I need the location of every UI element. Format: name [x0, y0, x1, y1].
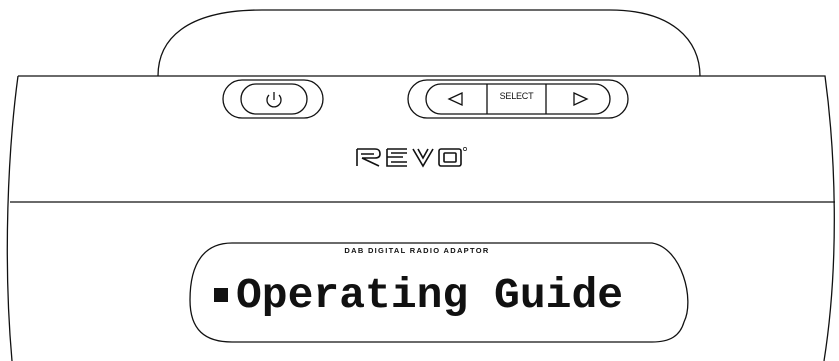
square-bullet-icon — [214, 288, 228, 302]
display-subtitle: DAB DIGITAL RADIO ADAPTOR — [344, 246, 490, 255]
right-button[interactable] — [547, 84, 609, 114]
display-title: Operating Guide — [236, 270, 624, 320]
power-button[interactable] — [242, 84, 306, 114]
revo-device-illustration: SELECT DAB DIGITAL RADIO ADAPTOR Operati… — [0, 0, 839, 361]
select-button[interactable] — [487, 84, 546, 114]
device-handle — [157, 9, 701, 77]
left-button[interactable] — [428, 84, 486, 114]
revo-logo — [356, 147, 467, 168]
display-title-row: Operating Guide — [214, 266, 674, 324]
